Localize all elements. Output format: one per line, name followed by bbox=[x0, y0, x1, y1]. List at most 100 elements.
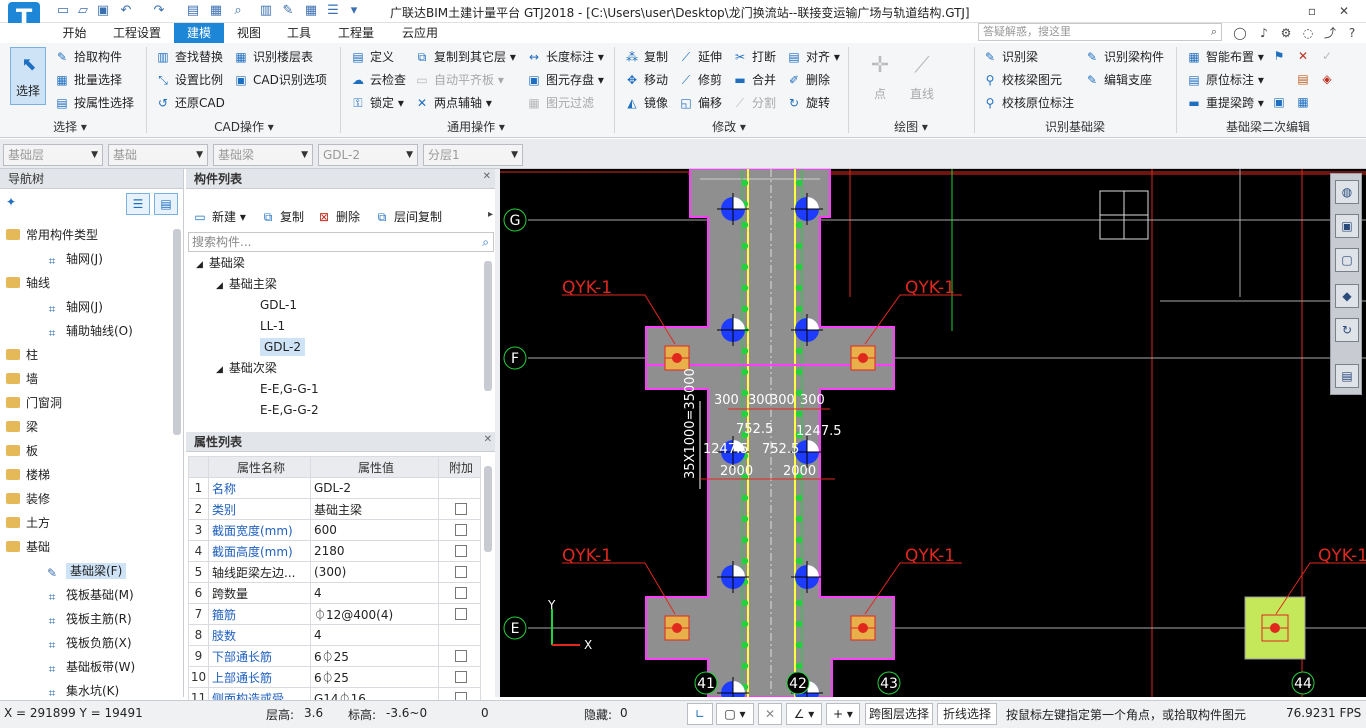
tab-project-settings[interactable]: 工程设置 bbox=[104, 23, 170, 43]
offset-button[interactable]: ◱ 偏移 bbox=[678, 93, 722, 113]
restore-cad-button[interactable]: ↺ 还原CAD bbox=[155, 93, 225, 113]
bell-icon[interactable]: ♪ bbox=[1256, 25, 1272, 41]
expand-triangle-icon[interactable]: ◢ bbox=[216, 365, 223, 375]
component-tree-item[interactable]: LL-1 bbox=[196, 316, 486, 337]
new-file-icon[interactable]: ▭ bbox=[55, 3, 71, 19]
nav-scrollbar[interactable] bbox=[173, 229, 181, 435]
break-button[interactable]: ✂ 打断 bbox=[732, 47, 776, 67]
cad-options-button[interactable]: ▣ CAD识别选项 bbox=[233, 70, 327, 90]
draw-point-button[interactable]: ✛ 点 bbox=[862, 47, 898, 117]
expand-triangle-icon[interactable]: ◢ bbox=[196, 260, 203, 270]
attach-checkbox[interactable] bbox=[455, 524, 467, 536]
list-view-icon[interactable]: ☰ bbox=[126, 193, 150, 215]
copy-to-floor-button[interactable]: ⧉ 复制到其它层 ▾ bbox=[414, 47, 516, 67]
check-in-situ-label-button[interactable]: ⚲ 校核原位标注 bbox=[982, 93, 1074, 113]
component-tree-item[interactable]: E-E,G-G-2 bbox=[196, 400, 486, 421]
layout-icon[interactable]: ▦ bbox=[208, 3, 224, 19]
close-panel-icon[interactable]: ✕ bbox=[483, 171, 491, 182]
beam-tool-icon[interactable]: ▦ bbox=[1294, 93, 1312, 111]
nav-folder-item[interactable]: 柱 bbox=[6, 344, 178, 366]
group-draw-label[interactable]: 绘图 ▾ bbox=[850, 117, 972, 137]
save-icon[interactable]: ▣ bbox=[95, 3, 111, 19]
nav-folder-item[interactable]: 楼梯 bbox=[6, 464, 178, 486]
pile-label[interactable]: QYK-1 bbox=[1318, 546, 1366, 566]
floor-combo[interactable]: 基础层 ▼ bbox=[3, 144, 103, 166]
tab-cloud[interactable]: 云应用 bbox=[392, 23, 448, 43]
property-value[interactable]: 4 bbox=[310, 624, 439, 646]
nav-folder-item[interactable]: 常用构件类型 bbox=[6, 224, 178, 246]
property-row[interactable]: 6 跨数量 4 bbox=[188, 582, 481, 604]
ortho-toggle-icon[interactable]: ∟ bbox=[687, 703, 713, 725]
merge-button[interactable]: ▬ 合并 bbox=[732, 70, 776, 90]
cloud-check-button[interactable]: ☁ 云检查 bbox=[350, 70, 406, 90]
attach-checkbox[interactable] bbox=[455, 503, 467, 515]
nav-folder-item[interactable]: 基础 bbox=[6, 536, 178, 558]
list-icon[interactable]: ☰ bbox=[325, 3, 341, 19]
pick-component-button[interactable]: ✎ 拾取构件 bbox=[54, 47, 122, 67]
mirror-button[interactable]: ◭ 镜像 bbox=[624, 93, 668, 113]
tab-view[interactable]: 视图 bbox=[228, 23, 270, 43]
search-icon[interactable]: ⌕ bbox=[482, 233, 489, 251]
gear-icon[interactable]: ⚙ bbox=[1278, 25, 1294, 41]
edit-support-button[interactable]: ✎ 编辑支座 bbox=[1084, 70, 1152, 90]
pile-label[interactable]: QYK-1 bbox=[562, 278, 612, 298]
select-by-property-button[interactable]: ▤ 按属性选择 bbox=[54, 93, 134, 113]
chat-icon[interactable]: ◌ bbox=[1300, 25, 1316, 41]
rotate-view-icon[interactable]: ↻ bbox=[1335, 318, 1359, 342]
property-row[interactable]: 5 轴线距梁左边... (300) bbox=[188, 561, 481, 583]
more-arrow-icon[interactable]: ▸ bbox=[488, 209, 493, 220]
group-select-label[interactable]: 选择 ▾ bbox=[10, 117, 130, 137]
delete-button[interactable]: ✐ 删除 bbox=[786, 70, 830, 90]
component-tree-item[interactable]: ◢ 基础梁 bbox=[196, 253, 486, 274]
polyline-select-button[interactable]: 折线选择 bbox=[937, 703, 997, 725]
check-beam-elements-button[interactable]: ⚲ 校核梁图元 bbox=[982, 70, 1062, 90]
beam-tool-icon[interactable]: ⚑ bbox=[1270, 47, 1288, 65]
component-tree-item[interactable]: GDL-2 bbox=[196, 337, 486, 358]
layer-view-icon[interactable]: ▤ bbox=[1335, 364, 1359, 388]
rotate-button[interactable]: ↻ 旋转 bbox=[786, 93, 830, 113]
beam-tool-icon[interactable]: ✓ bbox=[1318, 47, 1336, 65]
set-scale-button[interactable]: ⤡ 设置比例 bbox=[155, 70, 223, 90]
nav-folder-item[interactable]: 板 bbox=[6, 440, 178, 462]
component-search-input[interactable]: 搜索构件... ⌕ bbox=[188, 232, 494, 252]
property-value[interactable]: GDL-2 bbox=[310, 477, 439, 499]
sublayer-combo[interactable]: 分层1 ▼ bbox=[423, 144, 523, 166]
copy-button[interactable]: ⁂ 复制 bbox=[624, 47, 668, 67]
print-icon[interactable]: ▤ bbox=[185, 3, 201, 19]
batch-select-button[interactable]: ▦ 批量选择 bbox=[54, 70, 122, 90]
in-situ-label-button[interactable]: ▤ 原位标注 ▾ bbox=[1186, 70, 1264, 90]
open-folder-icon[interactable]: ▱ bbox=[75, 3, 91, 19]
recognize-floor-table-button[interactable]: ▦ 识别楼层表 bbox=[233, 47, 313, 67]
component-scrollbar[interactable] bbox=[484, 261, 492, 391]
component-tree-item[interactable]: ◢ 基础主梁 bbox=[196, 274, 486, 295]
property-value[interactable]: 2180 bbox=[310, 540, 439, 562]
beam-tool-icon[interactable]: ▣ bbox=[1270, 93, 1288, 111]
card-view-icon[interactable]: ▤ bbox=[154, 193, 178, 215]
align-button[interactable]: ▤ 对齐 ▾ bbox=[786, 47, 840, 67]
re-extract-span-button[interactable]: ▬ 重提梁跨 ▾ bbox=[1186, 93, 1264, 113]
property-row[interactable]: 1 名称 GDL-2 bbox=[188, 477, 481, 499]
property-row[interactable]: 4 截面高度(mm) 2180 bbox=[188, 540, 481, 562]
pile-label[interactable]: QYK-1 bbox=[905, 546, 955, 566]
property-value[interactable]: 6⏀25 bbox=[310, 666, 439, 688]
beam-tool-icon[interactable]: ✕ bbox=[1294, 47, 1312, 65]
save-elements-button[interactable]: ▣ 图元存盘 ▾ bbox=[526, 70, 604, 90]
snap-mode-button[interactable]: ▢ ▾ bbox=[716, 703, 754, 725]
tab-start[interactable]: 开始 bbox=[52, 23, 97, 43]
define-button[interactable]: ▤ 定义 bbox=[350, 47, 394, 67]
view-iso-icon[interactable]: ◆ bbox=[1335, 284, 1359, 308]
property-row[interactable]: 7 箍筋 ⏀12@400(4) bbox=[188, 603, 481, 625]
lock-button[interactable]: ⚿ 锁定 ▾ bbox=[350, 93, 403, 113]
attach-checkbox[interactable] bbox=[455, 566, 467, 578]
redo-icon[interactable]: ↷ bbox=[151, 3, 167, 19]
grid-icon[interactable]: ▦ bbox=[303, 3, 319, 19]
attach-checkbox[interactable] bbox=[455, 545, 467, 557]
delete-component-button[interactable]: ⊠ 删除 bbox=[316, 207, 360, 227]
smart-layout-button[interactable]: ▦ 智能布置 ▾ bbox=[1186, 47, 1264, 67]
attach-checkbox[interactable] bbox=[455, 608, 467, 620]
cross-layer-select-button[interactable]: 跨图层选择 bbox=[865, 703, 933, 725]
select-button[interactable]: ⬉ 选择 bbox=[10, 47, 46, 105]
attach-checkbox[interactable] bbox=[455, 650, 467, 662]
auto-align-slab-button[interactable]: ▭ 自动平齐板 ▾ bbox=[414, 70, 504, 90]
group-modify-label[interactable]: 修改 ▾ bbox=[614, 117, 844, 137]
